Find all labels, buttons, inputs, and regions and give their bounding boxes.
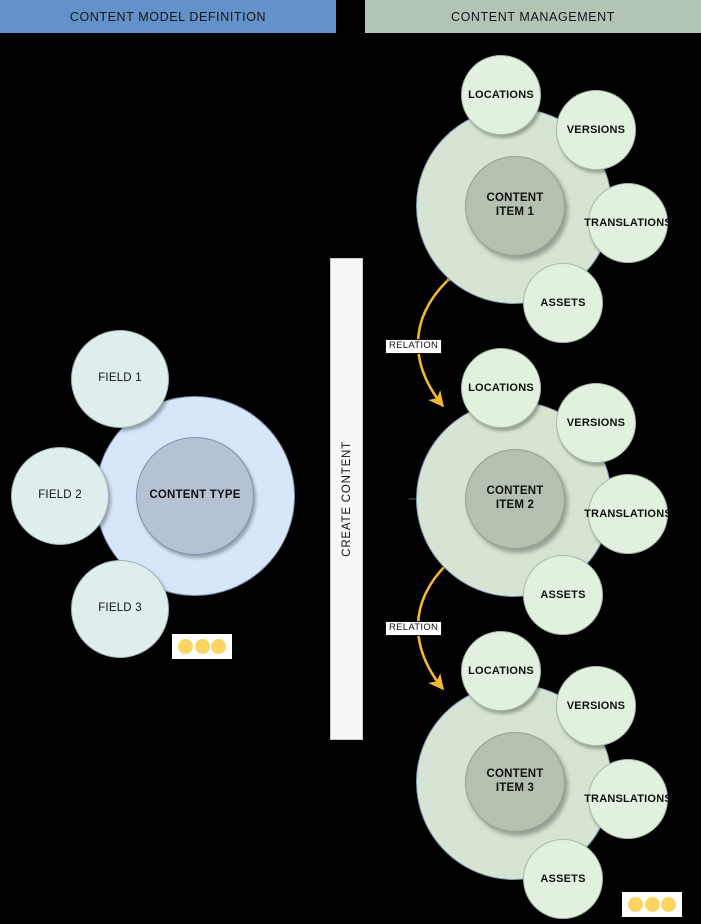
content-item-1-versions-label: VERSIONS: [566, 123, 626, 136]
content-item-3-locations-label: LOCATIONS: [468, 664, 534, 677]
content-item-1-locations-circle[interactable]: LOCATIONS: [461, 55, 541, 135]
field-3-label: FIELD 3: [98, 602, 142, 615]
content-item-3-translations-label: TRANSLATIONS: [584, 792, 672, 805]
content-item-1-title-line1: CONTENT: [486, 192, 544, 205]
content-item-1-locations-label: LOCATIONS: [468, 88, 534, 101]
content-item-2-title-line1: CONTENT: [486, 485, 544, 498]
content-item-1-translations-label: TRANSLATIONS: [584, 216, 672, 229]
content-item-2-assets-label: ASSETS: [540, 588, 586, 601]
create-content-label: CREATE CONTENT: [340, 441, 353, 557]
content-item-3-versions-circle[interactable]: VERSIONS: [556, 666, 636, 746]
field-1-label: FIELD 1: [98, 372, 142, 385]
content-item-3-locations-circle[interactable]: LOCATIONS: [461, 631, 541, 711]
content-item-2-inner-circle[interactable]: CONTENT ITEM 2: [465, 449, 565, 549]
header-content-model-definition: CONTENT MODEL DEFINITION: [0, 0, 336, 33]
dot-1: [628, 897, 643, 912]
relation-label-1: RELATION: [385, 339, 443, 354]
ellipsis-dots-right: [622, 892, 682, 917]
content-item-1-title-line2: ITEM 1: [495, 206, 535, 218]
content-item-3-title: CONTENT ITEM 3: [487, 768, 544, 795]
ellipsis-dots-left: [172, 634, 232, 659]
content-item-1-versions-circle[interactable]: VERSIONS: [556, 90, 636, 170]
dot-3: [661, 897, 676, 912]
relation-label-1-text: RELATION: [389, 340, 439, 351]
content-item-2-title-line2: ITEM 2: [495, 499, 535, 511]
content-type-label: CONTENT TYPE: [149, 489, 241, 502]
content-item-3-title-line1: CONTENT: [486, 768, 544, 781]
relation-label-2: RELATION: [385, 621, 443, 636]
content-item-2-translations-circle[interactable]: TRANSLATIONS: [584, 474, 672, 554]
content-item-2-locations-circle[interactable]: LOCATIONS: [461, 348, 541, 428]
dot-1: [178, 639, 193, 654]
content-item-3-inner-circle[interactable]: CONTENT ITEM 3: [465, 732, 565, 832]
relation-label-2-text: RELATION: [389, 622, 439, 633]
content-item-3-title-line2: ITEM 3: [495, 782, 535, 794]
content-item-1-assets-label: ASSETS: [540, 296, 586, 309]
content-item-2-versions-circle[interactable]: VERSIONS: [556, 383, 636, 463]
field-circle-3[interactable]: FIELD 3: [71, 560, 169, 658]
header-content-management: CONTENT MANAGEMENT: [365, 0, 701, 33]
content-item-1-inner-circle[interactable]: CONTENT ITEM 1: [465, 156, 565, 256]
field-circle-1[interactable]: FIELD 1: [71, 330, 169, 428]
create-content-bar[interactable]: CREATE CONTENT: [330, 258, 363, 740]
content-item-2-versions-label: VERSIONS: [566, 416, 626, 429]
field-2-label: FIELD 2: [38, 489, 82, 502]
diagram-canvas: CONTENT MODEL DEFINITION CONTENT MANAGEM…: [0, 0, 701, 924]
content-item-2-translations-label: TRANSLATIONS: [584, 507, 672, 520]
content-item-2-assets-circle[interactable]: ASSETS: [523, 555, 603, 635]
dot-3: [211, 639, 226, 654]
content-item-3-assets-circle[interactable]: ASSETS: [523, 839, 603, 919]
content-type-inner-circle[interactable]: CONTENT TYPE: [136, 437, 254, 555]
field-circle-2[interactable]: FIELD 2: [11, 447, 109, 545]
content-item-2-locations-label: LOCATIONS: [468, 381, 534, 394]
content-item-3-assets-label: ASSETS: [540, 872, 586, 885]
content-item-3-versions-label: VERSIONS: [566, 699, 626, 712]
content-item-2-title: CONTENT ITEM 2: [487, 485, 544, 512]
header-content-model-definition-label: CONTENT MODEL DEFINITION: [69, 9, 267, 24]
dot-2: [194, 639, 210, 654]
header-content-management-label: CONTENT MANAGEMENT: [450, 9, 616, 24]
content-item-1-translations-circle[interactable]: TRANSLATIONS: [584, 183, 672, 263]
content-item-3-translations-circle[interactable]: TRANSLATIONS: [584, 759, 672, 839]
dot-2: [644, 897, 660, 912]
content-item-1-assets-circle[interactable]: ASSETS: [523, 263, 603, 343]
content-item-1-title: CONTENT ITEM 1: [487, 192, 544, 219]
